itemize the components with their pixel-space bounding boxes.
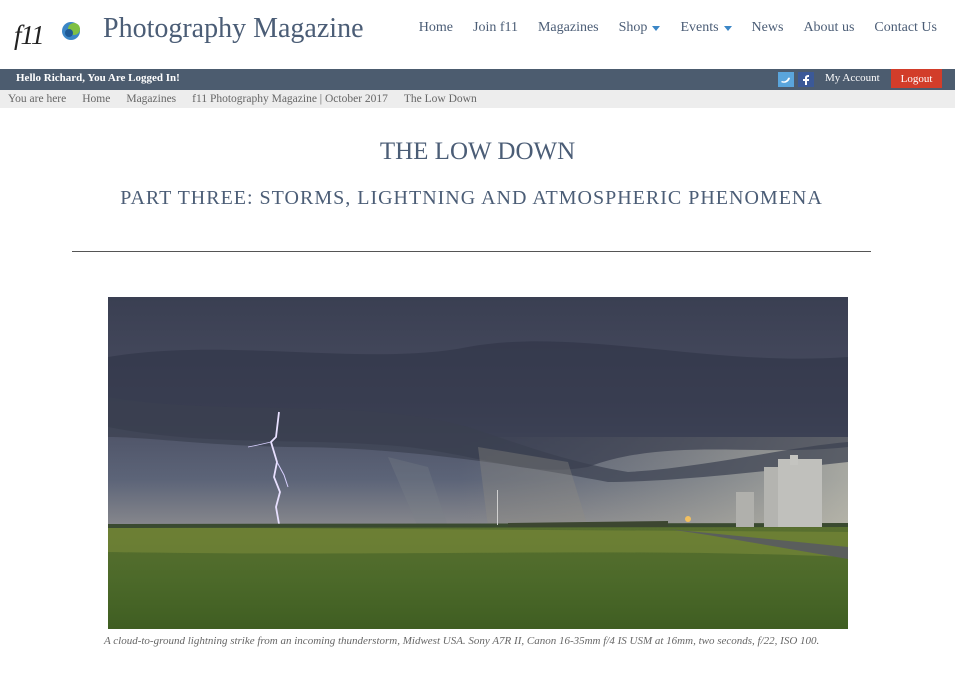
breadcrumb-magazines[interactable]: Magazines <box>126 93 176 105</box>
nav-label: Join f11 <box>473 20 518 35</box>
nav-label: Home <box>418 20 453 35</box>
nav-home[interactable]: Home <box>419 20 453 36</box>
nav-label: Contact Us <box>874 20 937 35</box>
logo-globe-icon <box>62 22 80 40</box>
facebook-icon[interactable] <box>798 72 814 87</box>
logo-text: f11 <box>14 20 44 50</box>
chevron-down-icon <box>652 25 661 31</box>
site-header: f11 Photography Magazine Home Join f11 M… <box>0 0 955 69</box>
twitter-icon[interactable] <box>778 72 794 87</box>
nav-label: About us <box>803 20 855 35</box>
nav-contact[interactable]: Contact Us <box>874 20 937 36</box>
greeting-text: Hello Richard, You Are Logged In! <box>16 72 180 84</box>
nav-shop[interactable]: Shop <box>619 20 661 36</box>
breadcrumb-home[interactable]: Home <box>82 93 110 105</box>
user-bar: Hello Richard, You Are Logged In! My Acc… <box>0 69 955 90</box>
logout-button[interactable]: Logout <box>891 69 942 88</box>
nav-label: Magazines <box>537 20 599 35</box>
nav-label: News <box>751 20 784 35</box>
chevron-down-icon <box>723 25 732 31</box>
page-subtitle: PART THREE: STORMS, LIGHTNING AND ATMOSP… <box>120 187 823 209</box>
divider <box>72 251 871 252</box>
nav-label: Shop <box>618 20 648 35</box>
nav-join[interactable]: Join f11 <box>473 20 518 36</box>
page-title: THE LOW DOWN <box>379 138 576 165</box>
main-nav: Home Join f11 Magazines Shop Events News… <box>399 20 937 36</box>
breadcrumb-prefix: You are here <box>8 93 67 105</box>
nav-news[interactable]: News <box>752 20 784 36</box>
breadcrumb: You are here Home Magazines f11 Photogra… <box>0 90 955 108</box>
site-title[interactable]: Photography Magazine <box>103 13 364 45</box>
nav-events[interactable]: Events <box>680 20 732 36</box>
photo-caption: A cloud-to-ground lightning strike from … <box>104 635 820 647</box>
nav-magazines[interactable]: Magazines <box>538 20 599 36</box>
storm-photo <box>108 297 848 629</box>
nav-about[interactable]: About us <box>803 20 854 36</box>
breadcrumb-issue[interactable]: f11 Photography Magazine | October 2017 <box>192 93 388 105</box>
nav-label: Events <box>680 20 719 35</box>
my-account-link[interactable]: My Account <box>825 72 880 84</box>
site-logo[interactable]: f11 <box>14 16 94 56</box>
breadcrumb-current: The Low Down <box>403 93 477 105</box>
